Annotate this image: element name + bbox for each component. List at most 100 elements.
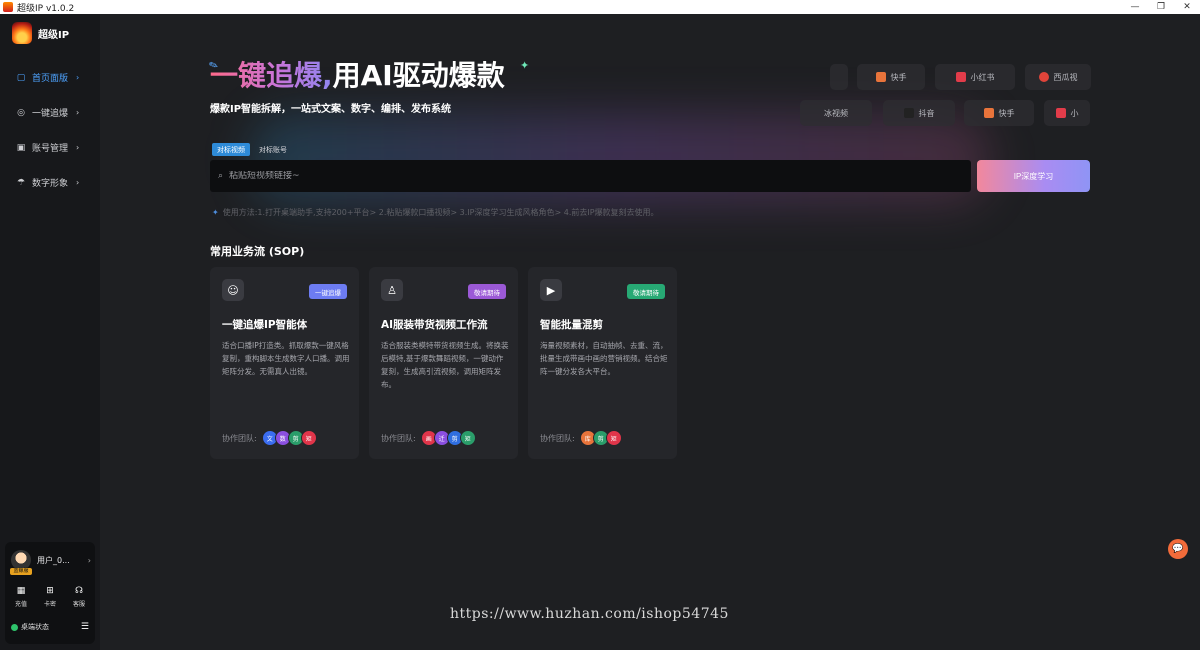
sop-cards: ☺ 一键追爆 一键追爆IP智能体 适合口播IP打造类。抓取爆款一键风格复制，重构… bbox=[210, 267, 677, 459]
platform-label: 冰视频 bbox=[824, 108, 848, 118]
sidebar: 超级IP ▢ 首页面版 › ◎ 一键追爆 › ▣ 账号管理 › ☂ 数字形象 ›… bbox=[0, 14, 100, 650]
tab-benchmark-account[interactable]: 对标账号 bbox=[254, 143, 292, 156]
card-key-button[interactable]: ⊞ 卡密 bbox=[38, 586, 62, 608]
team-label: 协作团队: bbox=[381, 433, 416, 443]
shirt-icon: ♙ bbox=[381, 279, 403, 301]
close-button[interactable]: ✕ bbox=[1174, 0, 1200, 14]
card-badge[interactable]: 一键追爆 bbox=[309, 284, 347, 299]
sparkle-icon: ✦ bbox=[212, 208, 219, 217]
sidebar-item-label: 首页面版 bbox=[32, 74, 69, 84]
platform-chip[interactable]: 快手 bbox=[964, 100, 1034, 126]
chevron-right-icon: › bbox=[87, 555, 91, 565]
brand: 超级IP bbox=[12, 22, 69, 44]
recharge-button[interactable]: ▦ 充值 bbox=[9, 586, 33, 608]
sidebar-item-digital-avatar[interactable]: ☂ 数字形象 › bbox=[0, 165, 100, 200]
hero-subtitle: 爆款IP智能拆解，一站式文案、数字、编排、发布系统 bbox=[210, 104, 452, 115]
headline-plain: 用AI驱动爆款 bbox=[332, 59, 505, 92]
member-avatar: 矩 bbox=[459, 430, 476, 446]
sidebar-item-label: 一键追爆 bbox=[32, 109, 69, 119]
team-label: 协作团队: bbox=[222, 433, 257, 443]
headset-icon: ☊ bbox=[75, 586, 83, 596]
chevron-right-icon: › bbox=[76, 178, 80, 187]
search-icon: ⌕ bbox=[218, 171, 224, 181]
sop-section-title: 常用业务流 (SOP) bbox=[210, 245, 305, 258]
member-avatar: 矩 bbox=[300, 430, 317, 446]
umbrella-icon: ☂ bbox=[16, 177, 26, 188]
sop-card-batch-edit[interactable]: ▶ 敬请期待 智能批量混剪 海量视频素材，自动抽帧、去重、流，批量生成带画中画的… bbox=[528, 267, 677, 459]
watermark-url: https://www.huzhan.com/ishop54745 bbox=[450, 606, 729, 622]
window-controls: — ❐ ✕ bbox=[1122, 0, 1200, 14]
platform-label: 快手 bbox=[890, 72, 907, 82]
user-card: 蓝鲸服 用户_0... › ▦ 充值 ⊞ 卡密 ☊ 客服 桌端状态 ☰ bbox=[5, 542, 95, 644]
user-name: 用户_0... bbox=[37, 555, 70, 565]
platform-chip[interactable]: 小 bbox=[1044, 100, 1090, 126]
recharge-label: 充值 bbox=[14, 601, 27, 608]
platform-chip[interactable]: 西瓜视 bbox=[1025, 64, 1091, 90]
robot-icon: ☺ bbox=[222, 279, 244, 301]
account-icon: ▣ bbox=[16, 142, 26, 153]
hero-headline: 一键追爆,用AI驱动爆款 bbox=[210, 54, 505, 94]
brand-name: 超级IP bbox=[38, 29, 70, 41]
chevron-right-icon: › bbox=[76, 143, 80, 152]
card-badge[interactable]: 敬请期待 bbox=[627, 284, 665, 299]
douyin-icon bbox=[903, 108, 914, 118]
sidebar-item-home[interactable]: ▢ 首页面版 › bbox=[0, 60, 100, 95]
maximize-button[interactable]: ❐ bbox=[1148, 0, 1174, 14]
kuaishou-icon bbox=[983, 108, 994, 118]
card-description: 适合口播IP打造类。抓取爆款一键风格复制，重构脚本生成数字人口播。调用矩阵分发。… bbox=[222, 341, 350, 376]
card-title: 智能批量混剪 bbox=[540, 319, 603, 331]
sidebar-item-accounts[interactable]: ▣ 账号管理 › bbox=[0, 130, 100, 165]
platform-chip[interactable]: 小红书 bbox=[935, 64, 1015, 90]
member-avatar: 矩 bbox=[605, 430, 622, 446]
window-titlebar: 超级IP v1.0.2 — ❐ ✕ bbox=[0, 0, 1200, 14]
flame-logo-icon bbox=[12, 22, 32, 44]
team-label: 协作团队: bbox=[540, 433, 575, 443]
app-logo-icon bbox=[3, 2, 13, 12]
link-input[interactable] bbox=[229, 171, 930, 181]
main-content: 快手 小红书 西瓜视 冰视频 抖音 快手 小 ✎ 一键追爆,用AI驱动爆款 ✦ … bbox=[100, 14, 1200, 650]
platform-chip[interactable]: 抖音 bbox=[883, 100, 955, 126]
sidebar-item-label: 数字形象 bbox=[32, 179, 69, 189]
ip-deep-learn-button[interactable]: IP深度学习 bbox=[977, 160, 1090, 192]
platform-chip[interactable]: 冰视频 bbox=[800, 100, 872, 126]
card-badge[interactable]: 敬请期待 bbox=[468, 284, 506, 299]
xigua-icon bbox=[1038, 72, 1049, 82]
card-team: 协作团队: 库 剪 矩 bbox=[540, 430, 622, 446]
card-title: 一键追爆IP智能体 bbox=[222, 319, 308, 331]
chevron-right-icon: › bbox=[76, 108, 80, 117]
client-status: 桌端状态 ☰ bbox=[11, 622, 89, 632]
platform-chip-partial bbox=[830, 64, 848, 90]
avatar[interactable]: 蓝鲸服 bbox=[10, 550, 32, 575]
sidebar-item-one-click[interactable]: ◎ 一键追爆 › bbox=[0, 95, 100, 130]
card-description: 海量视频素材，自动抽帧、去重、流，批量生成带画中画的营销视频。结合矩阵一键分发各… bbox=[540, 341, 668, 376]
platform-label: 小 bbox=[1070, 108, 1079, 118]
sparkle-icon: ✦ bbox=[520, 59, 530, 72]
usage-text: 使用方法:1.打开桌端助手,支持200+平台> 2.粘贴爆款口播视频> 3.IP… bbox=[222, 208, 659, 217]
grid-icon: ▦ bbox=[16, 586, 26, 596]
support-button[interactable]: ☊ 客服 bbox=[67, 586, 91, 608]
minimize-button[interactable]: — bbox=[1122, 0, 1148, 14]
search-tabs: 对标视频 对标账号 bbox=[212, 143, 292, 156]
platform-label: 小红书 bbox=[970, 72, 995, 82]
platform-label: 西瓜视 bbox=[1053, 72, 1078, 82]
home-icon: ▢ bbox=[16, 72, 26, 83]
card-description: 适合服装类模特带货视频生成。将换装后模特,基于爆款舞蹈视频，一键动作复刻，生成高… bbox=[381, 341, 509, 389]
user-profile-row[interactable]: 蓝鲸服 用户_0... › bbox=[10, 550, 91, 575]
search-box: ⌕ bbox=[210, 160, 971, 192]
user-actions: ▦ 充值 ⊞ 卡密 ☊ 客服 bbox=[9, 586, 91, 608]
platform-chip[interactable]: 快手 bbox=[857, 64, 925, 90]
platform-label: 抖音 bbox=[918, 108, 935, 118]
sop-card-clothing[interactable]: ♙ 敬请期待 AI服装带货视频工作流 适合服装类模特带货视频生成。将换装后模特,… bbox=[369, 267, 518, 459]
sidebar-item-label: 账号管理 bbox=[32, 144, 69, 154]
sidebar-nav: ▢ 首页面版 › ◎ 一键追爆 › ▣ 账号管理 › ☂ 数字形象 › bbox=[0, 60, 100, 200]
menu-icon[interactable]: ☰ bbox=[81, 622, 89, 632]
globe-icon: ◎ bbox=[17, 107, 25, 118]
chevron-right-icon: › bbox=[76, 73, 80, 82]
platform-label: 快手 bbox=[998, 108, 1015, 118]
window-title: 超级IP v1.0.2 bbox=[17, 3, 75, 14]
status-label: 桌端状态 bbox=[21, 623, 49, 631]
chat-icon[interactable]: 💬 bbox=[1168, 539, 1188, 559]
tab-benchmark-video[interactable]: 对标视频 bbox=[212, 143, 250, 156]
card-key-label: 卡密 bbox=[43, 601, 56, 608]
sop-card-one-click[interactable]: ☺ 一键追爆 一键追爆IP智能体 适合口播IP打造类。抓取爆款一键风格复制，重构… bbox=[210, 267, 359, 459]
